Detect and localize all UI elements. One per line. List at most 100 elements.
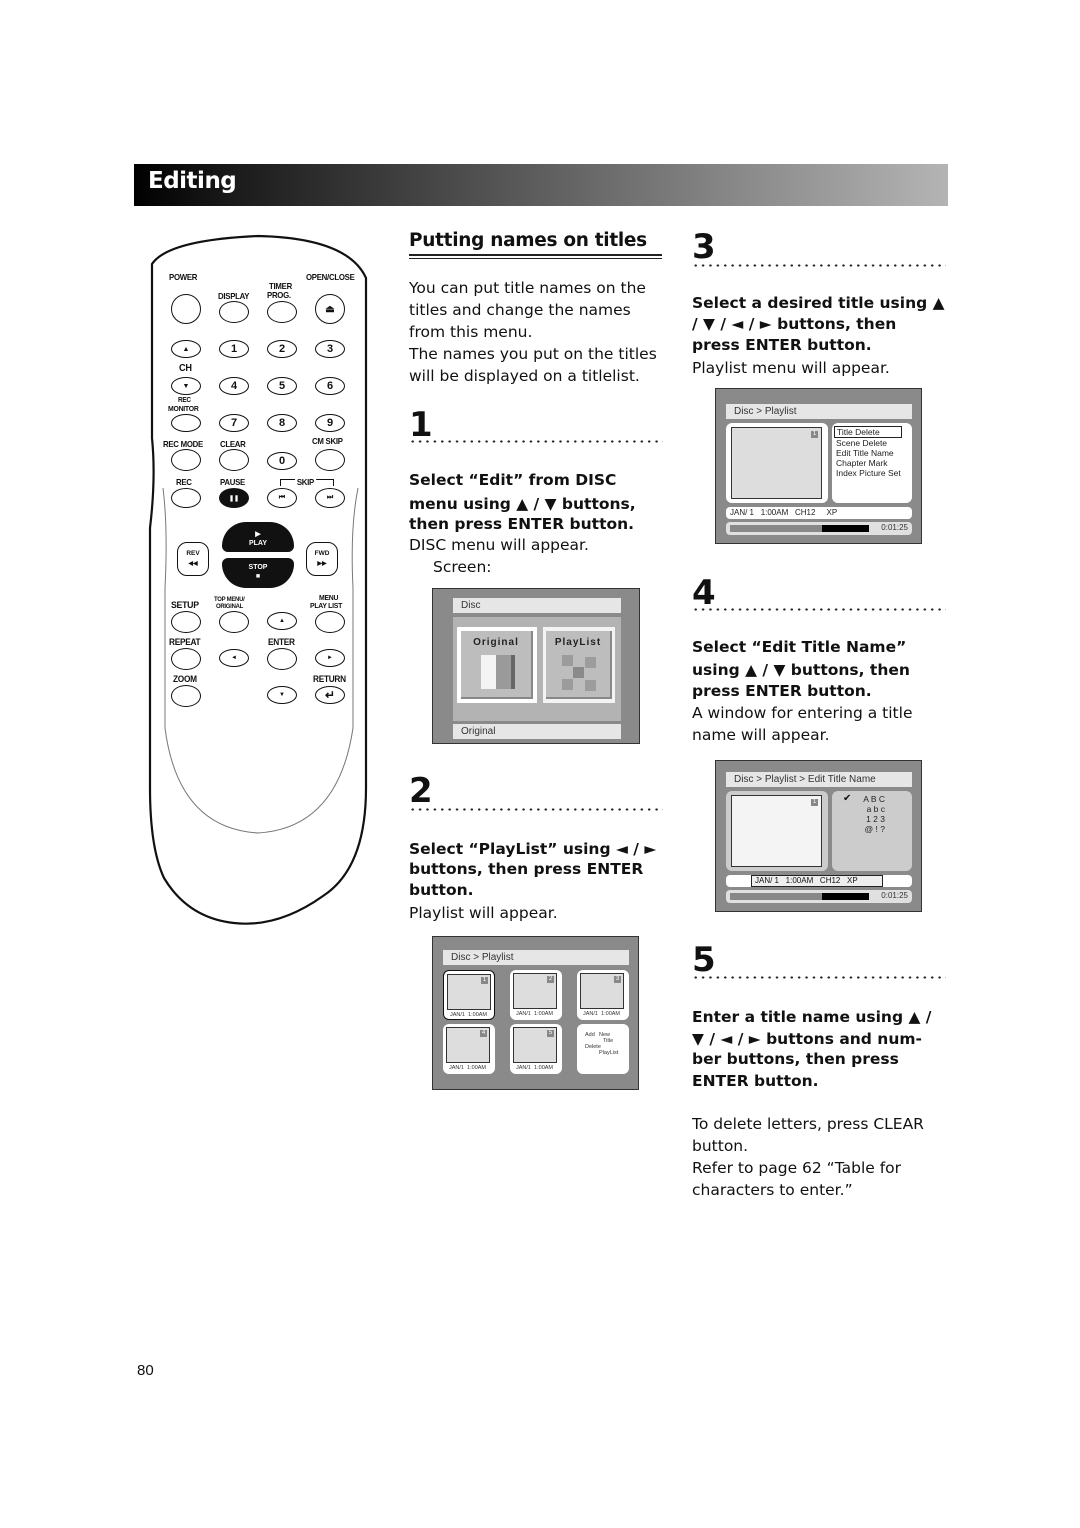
disc-option-original-label: Original	[473, 637, 519, 648]
repeat-label: REPEAT	[169, 637, 201, 647]
enter-label: ENTER	[268, 637, 295, 647]
playlist-menu-item[interactable]: Edit Title Name	[836, 448, 912, 458]
cursor-down-button[interactable]: ▼	[267, 686, 297, 704]
stop-button[interactable]: STOP ■	[222, 558, 294, 588]
title-name-input[interactable]: JAN/ 1 1:00AM CH12 XP	[751, 875, 883, 887]
rev-label: REV	[186, 550, 200, 557]
digit-2-button[interactable]: 2	[267, 340, 297, 358]
rec-button[interactable]	[171, 488, 201, 508]
step-5-divider	[692, 976, 946, 979]
fwd-button[interactable]: FWD ▶▶	[306, 542, 338, 576]
playlist-title-tile[interactable]: 5 JAN/1 1:00AM	[510, 1024, 562, 1074]
digit-3-button[interactable]: 3	[315, 340, 345, 358]
recording-info-bar: JAN/ 1 1:00AM CH12 XP	[726, 875, 912, 887]
info-time: 1:00AM	[760, 508, 789, 517]
top-menu-button[interactable]	[219, 611, 249, 633]
selected-title-tile[interactable]: 1	[726, 423, 828, 503]
digit-0-button[interactable]: 0	[267, 452, 297, 470]
skip-forward-button[interactable]: ⏭	[315, 488, 345, 508]
playlist-action[interactable]: PlayList	[599, 1050, 618, 1056]
digit-8-button[interactable]: 8	[267, 414, 297, 432]
step-5-instruction-line-2: ▼ / ◄ / ► buttons and num-	[692, 1030, 922, 1048]
digit-6-button[interactable]: 6	[315, 377, 345, 395]
playlist-title-tile[interactable]: 4 JAN/1 1:00AM	[443, 1024, 495, 1074]
step-1-instruction-line-2: menu using ▲ / ▼ buttons,	[409, 495, 636, 513]
triangle-up-icon: ▲	[182, 345, 190, 353]
disc-option-playlist[interactable]: PlayList	[543, 627, 615, 703]
step-5-instruction-line-4: ENTER button.	[692, 1072, 819, 1090]
step-1-instruction-line-1: Select “Edit” from DISC	[409, 471, 617, 489]
channel-up-button[interactable]: ▲	[171, 340, 201, 358]
playlist-options-menu: Title Delete Scene Delete Edit Title Name C…	[832, 423, 912, 503]
new-title-action-2[interactable]: Title	[603, 1038, 613, 1044]
channel-down-button[interactable]: ▼	[171, 377, 201, 395]
timer-prog-label-2: PROG.	[267, 290, 291, 300]
step-4-divider	[692, 608, 946, 611]
playlist-title-tile[interactable]: 2 JAN/1 1:00AM	[510, 970, 562, 1020]
digit-9-button[interactable]: 9	[315, 414, 345, 432]
playlist-menu-item[interactable]: Index Picture Set	[836, 468, 912, 478]
step-1-number: 1	[409, 405, 433, 445]
title-date-time: JAN/1 1:00AM	[450, 1012, 487, 1018]
disc-options-panel: Original PlayList	[453, 617, 621, 721]
rewind-icon: ◀◀	[188, 561, 198, 567]
open-close-button[interactable]: ⏏	[315, 294, 345, 324]
clear-button[interactable]	[219, 449, 249, 471]
repeat-button[interactable]	[171, 648, 201, 670]
playlist-menu-screen: Disc > Playlist 1 Title Delete Scene Dele…	[715, 388, 922, 544]
title-index-badge: 3	[614, 976, 621, 983]
digit-4-button[interactable]: 4	[219, 377, 249, 395]
disc-option-original[interactable]: Original	[457, 627, 537, 703]
playlist-menu-item[interactable]: Title Delete	[834, 426, 902, 438]
title-thumbnail: 1	[731, 795, 822, 867]
playlist-title-tile[interactable]: 3 JAN/1 1:00AM	[577, 970, 629, 1020]
setup-button[interactable]	[171, 611, 201, 633]
playlist-breadcrumb: Disc > Playlist	[443, 950, 629, 965]
title-thumbnail: 1	[447, 974, 491, 1010]
digit-5-button[interactable]: 5	[267, 377, 297, 395]
step-1-result: DISC menu will appear.	[409, 536, 589, 554]
step-4-number: 4	[692, 573, 716, 613]
step-2-instruction-line-3: button.	[409, 881, 474, 899]
step-3-instruction-line-1: Select a desired title using ▲	[692, 294, 945, 312]
character-set-option[interactable]: a b c	[859, 804, 885, 814]
skip-back-button[interactable]: ⏮	[267, 488, 297, 508]
title-date: JAN/1	[516, 1065, 531, 1071]
cursor-up-button[interactable]: ▲	[267, 612, 297, 630]
title-thumbnail: 5	[513, 1027, 557, 1063]
menu-playlist-button[interactable]	[315, 611, 345, 633]
digit-1-button[interactable]: 1	[219, 340, 249, 358]
digit-7-button[interactable]: 7	[219, 414, 249, 432]
cm-skip-button[interactable]	[315, 449, 345, 471]
step-5-number: 5	[692, 940, 716, 980]
enter-button[interactable]	[267, 648, 297, 670]
rec-label: REC	[176, 477, 192, 487]
playlist-menu-item[interactable]: Scene Delete	[836, 438, 912, 448]
cursor-left-button[interactable]: ◄	[219, 649, 249, 667]
cursor-right-button[interactable]: ►	[315, 649, 345, 667]
return-button[interactable]: ↵	[315, 686, 345, 704]
display-button[interactable]	[219, 301, 249, 323]
title-thumbnail: 4	[446, 1027, 490, 1063]
step-1-note: Screen:	[433, 558, 492, 576]
return-arrow-icon: ↵	[324, 688, 336, 702]
play-button[interactable]: ▶ PLAY	[222, 522, 294, 552]
add-action[interactable]: Add	[585, 1032, 595, 1038]
rev-button[interactable]: REV ◀◀	[177, 542, 209, 576]
rec-monitor-label-1: REC	[178, 397, 191, 404]
playlist-title-tile[interactable]: 1 JAN/1 1:00AM	[443, 970, 495, 1020]
section-header-bar: Editing	[134, 164, 948, 206]
character-set-option[interactable]: 1 2 3	[859, 814, 885, 824]
playlist-menu-item[interactable]: Chapter Mark	[836, 458, 912, 468]
character-set-option[interactable]: A B C	[859, 794, 885, 804]
edit-title-breadcrumb: Disc > Playlist > Edit Title Name	[726, 772, 912, 787]
step-1-instruction-line-3: then press ENTER button.	[409, 515, 635, 533]
timer-prog-button[interactable]	[267, 301, 297, 323]
rec-mode-button[interactable]	[171, 449, 201, 471]
zoom-button[interactable]	[171, 685, 201, 707]
character-set-option[interactable]: @ ! ?	[859, 824, 885, 834]
title-index-badge: 1	[811, 431, 818, 438]
power-button[interactable]	[171, 294, 201, 324]
pause-button[interactable]: ❚❚	[219, 488, 249, 508]
rec-monitor-button[interactable]	[171, 414, 201, 432]
